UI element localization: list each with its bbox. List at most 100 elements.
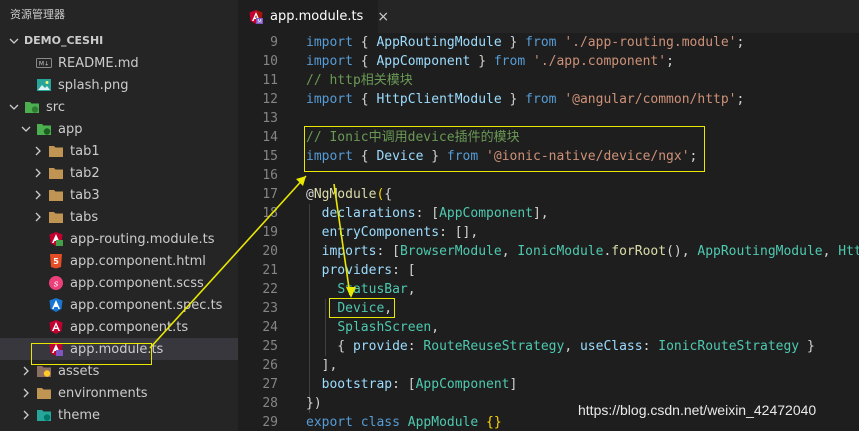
code-line[interactable]: 20 imports: [BrowserModule, IonicModule.…	[238, 242, 859, 261]
code-text: declarations: [AppComponent],	[306, 204, 549, 223]
tree-item[interactable]: environments	[0, 382, 238, 404]
code-line[interactable]: 11 // http相关模块	[238, 71, 859, 90]
code-token: {	[352, 149, 377, 164]
code-token: {}	[486, 415, 502, 430]
code-text: import { AppRoutingModule } from './app-…	[306, 33, 744, 52]
tree-item[interactable]: splash.png	[0, 74, 238, 96]
code-token: declarations	[321, 206, 416, 221]
line-number: 28	[262, 396, 278, 411]
chevron-right-icon	[20, 387, 32, 399]
code-line[interactable]: 15 import { Device } from '@ionic-native/…	[238, 147, 859, 166]
code-text: Device,	[306, 299, 392, 318]
chevron-right-icon	[32, 211, 44, 223]
code-line[interactable]: 21 providers: [	[238, 261, 859, 280]
code-line[interactable]: 17 @NgModule({	[238, 185, 859, 204]
tree-item-label: README.md	[58, 55, 139, 71]
code-line[interactable]: 26 ],	[238, 356, 859, 375]
line-number: 21	[262, 263, 278, 278]
code-token: ],	[306, 358, 338, 373]
code-token: : [	[415, 206, 440, 221]
code-token: ;	[666, 54, 674, 69]
tree-item[interactable]: s app.component.scss	[0, 272, 238, 294]
code-line[interactable]: 10 import { AppComponent } from './app.co…	[238, 52, 859, 71]
code-token: :	[642, 339, 659, 354]
tree-item-label: tab2	[70, 165, 100, 181]
watermark-text: https://blog.csdn.net/weixin_42472040	[578, 402, 817, 418]
code-token: providers	[321, 263, 393, 278]
code-text: imports: [BrowserModule, IonicModule.for…	[306, 242, 859, 261]
code-line[interactable]: 16	[238, 166, 859, 185]
tree-item[interactable]: app	[0, 118, 238, 140]
code-token: : [	[392, 263, 416, 278]
project-section-header[interactable]: DEMO_CESHI	[0, 30, 238, 52]
tree-item-label: environments	[58, 385, 148, 401]
line-number: 19	[262, 225, 278, 240]
chevron-down-icon	[9, 36, 21, 46]
chevron-right-icon	[20, 365, 32, 377]
tree-item-label: assets	[58, 363, 100, 379]
code-text: ],	[306, 356, 338, 375]
code-line[interactable]: 24 SplashScreen,	[238, 318, 859, 337]
code-token: '@angular/common/http'	[564, 92, 737, 107]
code-token: HttpClientModule	[838, 244, 859, 259]
code-token: (),	[666, 244, 698, 259]
folder-icon	[48, 165, 64, 181]
code-token: }	[470, 54, 494, 69]
chevron-right-icon	[32, 189, 44, 201]
code-token: Device	[337, 301, 385, 316]
code-token: {	[306, 339, 353, 354]
code-line[interactable]: 13	[238, 109, 859, 128]
svg-text:s: s	[54, 280, 59, 290]
code-line[interactable]: 22 StatusBar,	[238, 280, 859, 299]
tab-app-module[interactable]: M app.module.ts ×	[238, 0, 389, 33]
html5-file-icon: 5	[48, 253, 64, 269]
tree-item[interactable]: tab1	[0, 140, 238, 162]
code-editor[interactable]: 9 import { AppRoutingModule } from './app…	[238, 33, 859, 431]
tree-item[interactable]: app.component.spec.ts	[0, 294, 238, 316]
code-text: import { HttpClientModule } from '@angul…	[306, 90, 744, 109]
folder-icon	[48, 209, 64, 225]
chevron-right-icon	[32, 167, 44, 179]
close-icon[interactable]: ×	[377, 9, 389, 25]
chevron-down-icon	[20, 123, 32, 135]
tree-item[interactable]: 5 app.component.html	[0, 250, 238, 272]
code-token: from	[525, 92, 557, 107]
code-line[interactable]: 27 bootstrap: [AppComponent]	[238, 375, 859, 394]
code-line[interactable]: 12 import { HttpClientModule } from '@ang…	[238, 90, 859, 109]
tree-item[interactable]: tabs	[0, 206, 238, 228]
tree-item[interactable]: M↓ README.md	[0, 52, 238, 74]
code-token: {	[352, 92, 377, 107]
tree-item[interactable]: src	[0, 96, 238, 118]
code-token: useClass	[579, 339, 643, 354]
svg-text:M: M	[257, 19, 261, 25]
tree-item[interactable]: app.module.ts	[0, 338, 238, 360]
project-name: DEMO_CESHI	[24, 34, 104, 47]
code-line[interactable]: 23 Device,	[238, 299, 859, 318]
code-token: RouteReuseStrategy	[423, 339, 565, 354]
tree-item[interactable]: assets	[0, 360, 238, 382]
chevron-right-icon	[20, 409, 32, 421]
code-line[interactable]: 9 import { AppRoutingModule } from './app…	[238, 33, 859, 52]
code-line[interactable]: 19 entryComponents: [],	[238, 223, 859, 242]
folder-icon	[48, 187, 64, 203]
code-line[interactable]: 14 // Ionic中调用device插件的模块	[238, 128, 859, 147]
code-token: })	[306, 396, 322, 411]
tree-item[interactable]: app-routing.module.ts	[0, 228, 238, 250]
tree-item[interactable]: theme	[0, 404, 238, 426]
tree-item[interactable]: app.component.ts	[0, 316, 238, 338]
code-line[interactable]: 25 { provide: RouteReuseStrategy, useCla…	[238, 337, 859, 356]
tree-item[interactable]: tab2	[0, 162, 238, 184]
line-number: 18	[262, 206, 278, 221]
tree-item[interactable]: tab3	[0, 184, 238, 206]
code-token: // http相关模块	[306, 73, 413, 88]
code-text: import { AppComponent } from './app.comp…	[306, 52, 674, 71]
angular-module-icon	[48, 341, 64, 357]
tree-item-label: app.module.ts	[70, 341, 164, 357]
code-token: forRoot	[611, 244, 667, 259]
spec-file-icon	[48, 297, 64, 313]
code-line[interactable]: 18 declarations: [AppComponent],	[238, 204, 859, 223]
code-text: // http相关模块	[306, 71, 413, 90]
code-token: imports	[321, 244, 377, 259]
code-token: import	[306, 92, 353, 107]
